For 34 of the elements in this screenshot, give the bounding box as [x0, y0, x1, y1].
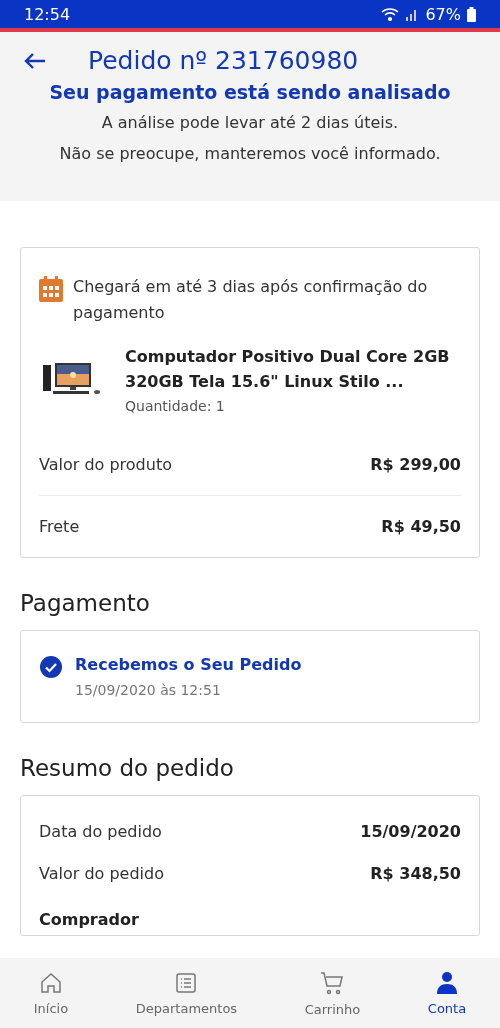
back-arrow-icon[interactable]	[24, 51, 46, 70]
battery-icon	[467, 6, 476, 22]
list-icon	[174, 970, 199, 995]
status-time: 12:54	[24, 4, 71, 24]
payment-status: Recebemos o Seu Pedido	[75, 655, 302, 674]
battery-level: 67%	[425, 4, 461, 24]
price-value: R$ 49,50	[381, 517, 461, 536]
section-heading: Resumo do pedido	[20, 755, 235, 781]
summary-value: 15/09/2020	[360, 822, 461, 841]
cart-icon	[319, 969, 346, 996]
home-icon	[39, 970, 63, 995]
wifi-icon	[381, 7, 400, 21]
notice-title: Seu pagamento está sendo analisado	[49, 81, 451, 103]
summary-label: Valor do pedido	[39, 864, 164, 883]
payment-date: 15/09/2020 às 12:51	[75, 682, 222, 698]
user-icon	[436, 970, 458, 995]
summary-label: Data do pedido	[39, 822, 162, 841]
price-label: Frete	[39, 517, 80, 536]
price-label: Valor do produto	[39, 455, 172, 474]
notice-text: A análise pode levar até 2 dias úteis.	[101, 113, 399, 132]
delivery-message: Chegará em até 3 dias após confirmação do pagamento	[73, 276, 429, 324]
nav-tab[interactable]: Departamentos	[127, 970, 246, 1016]
page-title: Pedido nº 231760980	[88, 46, 359, 75]
product-name: Computador Positivo Dual Core 2GB 320GB Tela 15.6" Linux Stilo ...	[125, 346, 451, 393]
notice-text: Não se preocupe, manteremos você informado.	[59, 144, 441, 163]
nav-tab[interactable]: Conta	[419, 970, 475, 1016]
buyer-heading: Comprador	[39, 909, 140, 931]
price-value: R$ 299,00	[370, 455, 461, 474]
section-heading: Pagamento	[20, 590, 151, 616]
calendar-icon	[39, 276, 63, 302]
summary-value: R$ 348,50	[370, 864, 461, 883]
product-quantity: Quantidade: 1	[125, 398, 226, 414]
nav-tab[interactable]: Início	[25, 970, 77, 1016]
nav-tab[interactable]: Carrinho	[296, 969, 369, 1017]
